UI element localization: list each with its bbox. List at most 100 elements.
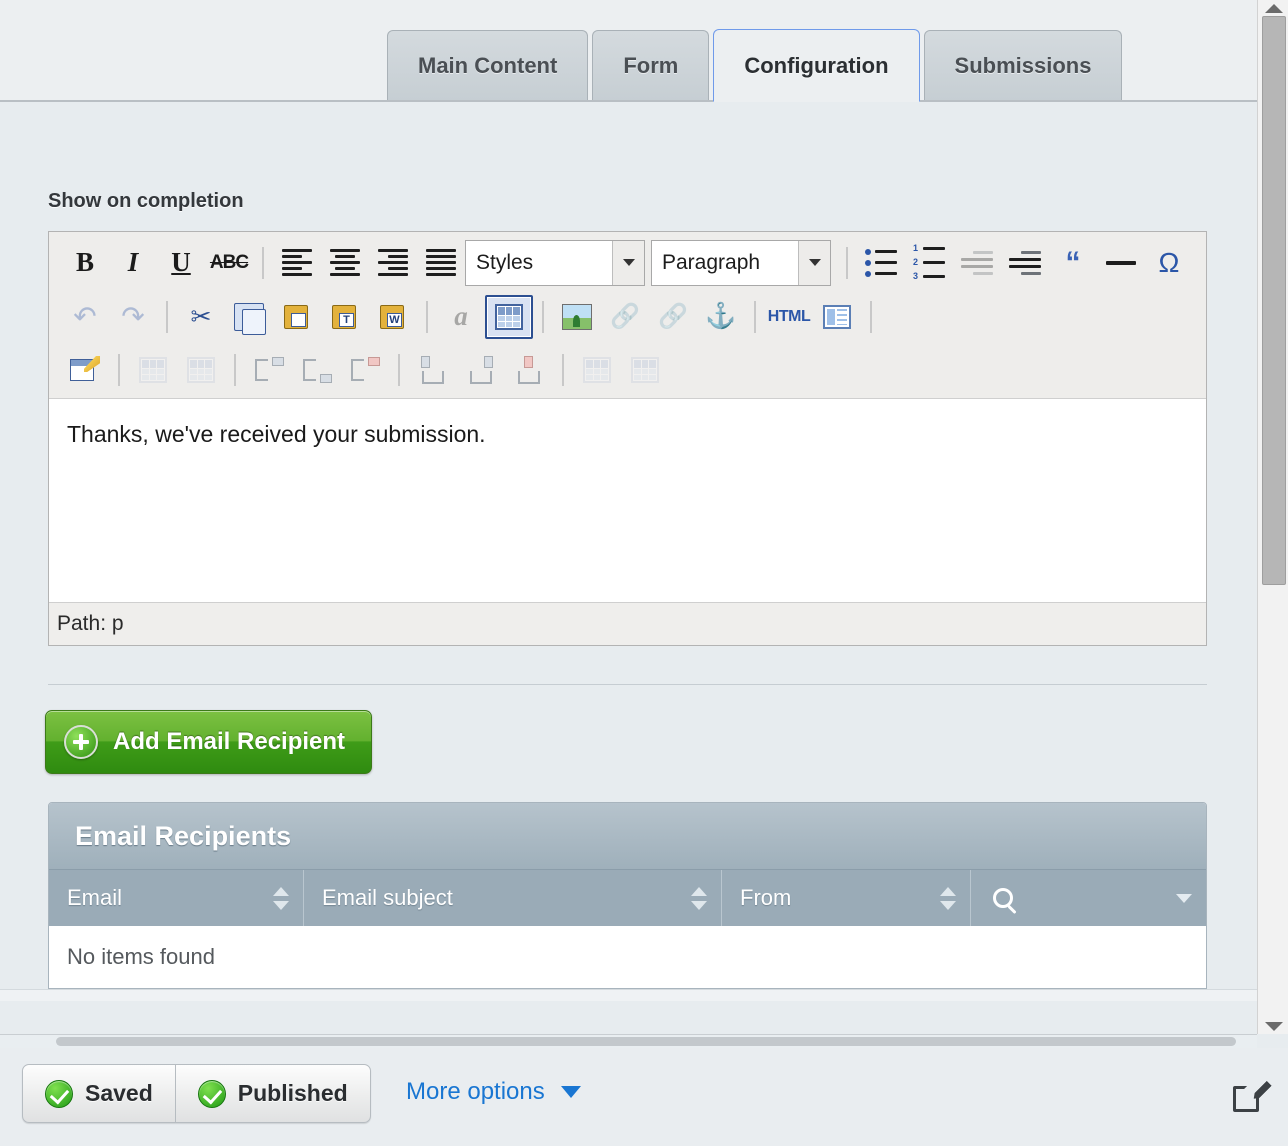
styles-dropdown[interactable]: Styles <box>465 239 645 286</box>
column-header-search[interactable] <box>971 870 1206 926</box>
sort-arrows-icon[interactable] <box>691 886 707 910</box>
merge-cells-icon[interactable] <box>129 348 177 392</box>
html-source-icon[interactable]: HTML <box>765 295 813 339</box>
toolbar-separator <box>234 354 236 386</box>
tab-label: Main Content <box>418 53 558 78</box>
blockquote-icon[interactable]: “ <box>1049 241 1097 285</box>
table-cell-properties-icon[interactable] <box>573 348 621 392</box>
chevron-down-icon[interactable] <box>1176 893 1192 903</box>
status-button-group: Saved Published <box>22 1064 371 1123</box>
insert-image-icon[interactable] <box>553 295 601 339</box>
show-blocks-icon[interactable]: a <box>437 295 485 339</box>
vertical-scrollbar[interactable] <box>1257 0 1288 1034</box>
editor-toolbar-row-3 <box>49 344 1206 396</box>
insert-row-after-icon[interactable] <box>293 348 341 392</box>
add-email-recipient-label: Add Email Recipient <box>113 728 346 755</box>
tab-label: Configuration <box>744 52 889 78</box>
horizontal-rule-icon[interactable] <box>1097 241 1145 285</box>
search-icon[interactable] <box>993 888 1013 908</box>
indent-icon[interactable] <box>1001 241 1049 285</box>
plus-circle-icon <box>64 725 98 759</box>
toolbar-separator <box>846 246 848 279</box>
saved-label: Saved <box>85 1080 153 1106</box>
italic-icon[interactable]: I <box>109 241 157 285</box>
chevron-down-icon <box>560 1086 581 1098</box>
editor-path-status: Path: p <box>49 602 1206 645</box>
toolbar-separator <box>398 354 400 386</box>
editor-body-text: Thanks, we've received your submission. <box>67 421 486 447</box>
vertical-scrollbar-thumb[interactable] <box>1262 16 1286 585</box>
email-recipients-panel: Email Recipients Email Email subject Fro… <box>48 802 1207 989</box>
insert-link-icon[interactable]: 🔗 <box>601 295 649 339</box>
insert-column-before-icon[interactable] <box>409 348 457 392</box>
table-header-row: Email Email subject From <box>49 869 1206 926</box>
tab-submissions[interactable]: Submissions <box>923 30 1123 101</box>
scroll-up-arrow-icon[interactable] <box>1258 0 1288 16</box>
table-empty-state: No items found <box>49 926 1206 988</box>
tab-label: Form <box>623 53 679 78</box>
paste-from-word-icon[interactable]: W <box>369 295 417 339</box>
outdent-icon[interactable] <box>953 241 1001 285</box>
saved-button[interactable]: Saved <box>23 1065 175 1122</box>
bold-icon[interactable]: B <box>61 241 109 285</box>
paste-as-text-icon[interactable]: T <box>321 295 369 339</box>
bullet-list-icon[interactable] <box>857 241 905 285</box>
strikethrough-icon[interactable]: ABC <box>205 241 253 285</box>
check-circle-icon <box>45 1079 73 1108</box>
column-header-email[interactable]: Email <box>49 870 304 926</box>
column-header-from[interactable]: From <box>722 870 971 926</box>
panel-title-text: Email Recipients <box>75 820 292 851</box>
add-email-recipient-button[interactable]: Add Email Recipient <box>45 710 373 774</box>
chevron-down-icon <box>798 240 830 285</box>
anchor-icon[interactable]: ⚓ <box>697 295 745 339</box>
sort-arrows-icon[interactable] <box>273 886 289 910</box>
align-left-icon[interactable] <box>273 241 321 285</box>
table-row-properties-icon[interactable] <box>621 348 669 392</box>
tab-main-content[interactable]: Main Content <box>387 30 589 101</box>
sort-arrows-icon[interactable] <box>940 886 956 910</box>
scroll-down-arrow-icon[interactable] <box>1258 1018 1288 1034</box>
tab-form[interactable]: Form <box>592 30 710 101</box>
editor-toolbar-row-2: ↶ ↷ ✂ T W a 🔗 🔗 ⚓ HTML <box>49 289 1206 344</box>
templates-icon[interactable] <box>813 295 861 339</box>
undo-icon[interactable]: ↶ <box>61 295 109 339</box>
editor-content-area[interactable]: Thanks, we've received your submission. <box>49 399 1206 602</box>
tab-label: Submissions <box>954 53 1092 78</box>
more-options-link[interactable]: More options <box>406 1078 581 1106</box>
numbered-list-icon[interactable]: 123 <box>905 241 953 285</box>
editor-toolbar-row-1: B I U ABC Styles Paragraph 1 2 3 “ Ω <box>49 236 1206 289</box>
copy-icon[interactable] <box>225 295 273 339</box>
table-properties-icon[interactable] <box>61 348 109 392</box>
special-character-icon[interactable]: Ω <box>1145 241 1193 285</box>
insert-row-before-icon[interactable] <box>245 348 293 392</box>
paste-icon[interactable] <box>273 295 321 339</box>
insert-table-icon[interactable] <box>485 294 533 339</box>
delete-column-icon[interactable] <box>505 348 553 392</box>
cut-icon[interactable]: ✂ <box>177 295 225 339</box>
section-divider <box>48 684 1207 685</box>
split-cell-icon[interactable] <box>177 348 225 392</box>
styles-dropdown-value: Styles <box>476 250 534 274</box>
scrollable-content-area: Main Content Form Configuration Submissi… <box>0 0 1257 1034</box>
delete-row-icon[interactable] <box>341 348 389 392</box>
unlink-icon[interactable]: 🔗 <box>649 295 697 339</box>
show-on-completion-label: Show on completion <box>48 190 244 212</box>
column-label: Email <box>67 885 123 910</box>
horizontal-scrollbar[interactable] <box>0 1034 1257 1048</box>
published-button[interactable]: Published <box>174 1065 370 1122</box>
align-center-icon[interactable] <box>321 241 369 285</box>
insert-column-after-icon[interactable] <box>457 348 505 392</box>
tab-configuration[interactable]: Configuration <box>713 29 920 102</box>
horizontal-scrollbar-thumb[interactable] <box>56 1037 1236 1046</box>
format-dropdown[interactable]: Paragraph <box>651 239 831 286</box>
column-header-email-subject[interactable]: Email subject <box>304 870 722 926</box>
toolbar-separator <box>542 300 544 333</box>
align-right-icon[interactable] <box>369 241 417 285</box>
justify-icon[interactable] <box>417 241 465 285</box>
chevron-down-icon <box>612 240 644 285</box>
editor-path-text: Path: p <box>57 612 124 635</box>
edit-compose-icon[interactable] <box>1233 1079 1263 1112</box>
email-recipients-title: Email Recipients <box>49 803 1206 869</box>
redo-icon[interactable]: ↷ <box>109 295 157 339</box>
underline-icon[interactable]: U <box>157 241 205 285</box>
